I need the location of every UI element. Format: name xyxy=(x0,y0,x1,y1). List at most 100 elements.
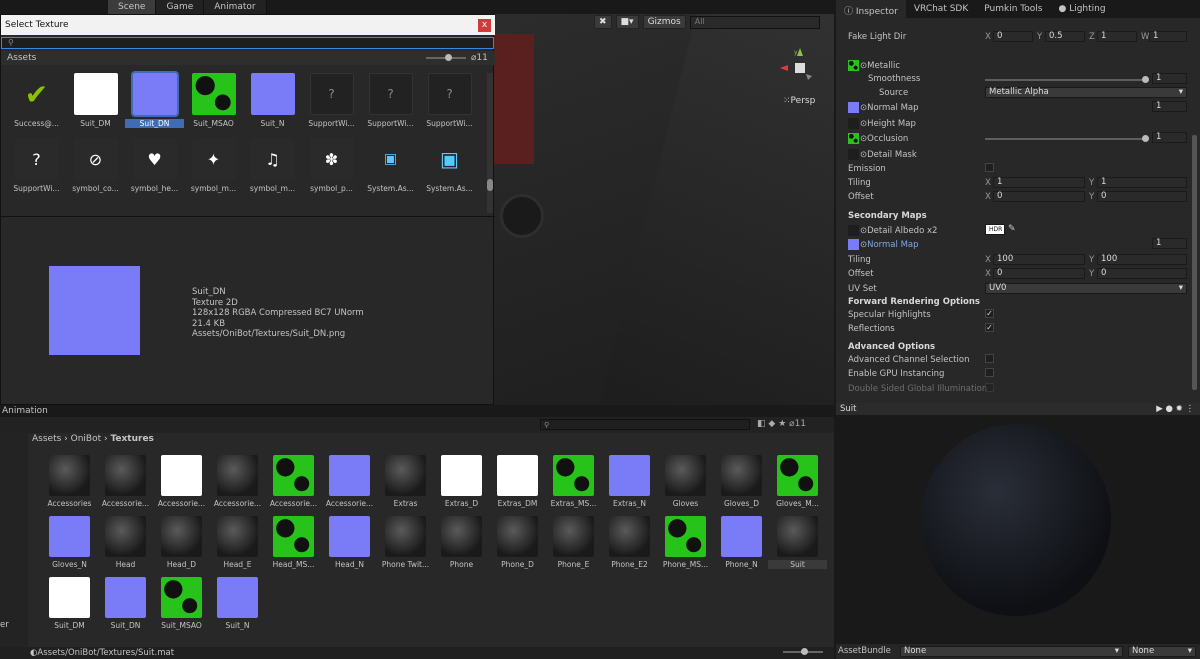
asset-item[interactable]: Phone_E2 xyxy=(600,516,659,569)
normal-map2-value[interactable]: 1 xyxy=(1152,238,1187,249)
animation-tab[interactable]: Animation xyxy=(0,405,834,417)
grid-item[interactable]: ▣ System.As... xyxy=(420,138,479,193)
breadcrumb-assets[interactable]: Assets xyxy=(32,434,61,444)
variant-dropdown[interactable]: None ▾ xyxy=(1128,646,1196,657)
offset-x[interactable]: 0 xyxy=(993,191,1085,202)
scrollbar-thumb[interactable] xyxy=(487,179,493,191)
metallic-swatch[interactable] xyxy=(848,60,859,71)
orientation-gizmo[interactable]: y x xyxy=(780,48,820,88)
breadcrumb-textures[interactable]: Textures xyxy=(110,434,153,444)
occlusion-knob[interactable] xyxy=(1142,135,1149,142)
tab-scene[interactable]: Scene xyxy=(108,0,157,14)
project-search-input[interactable]: ⚲ xyxy=(540,419,750,430)
filter-icon[interactable]: ◧ xyxy=(757,419,766,429)
fake-light-x[interactable]: 0 xyxy=(993,31,1033,42)
grid-item[interactable]: ✦ symbol_m... xyxy=(184,138,243,193)
asset-item[interactable]: Suit_MSAO xyxy=(152,577,211,630)
asset-item[interactable]: Gloves xyxy=(656,455,715,508)
asset-item[interactable]: Phone_E xyxy=(544,516,603,569)
tab-pumkin-tools[interactable]: Pumkin Tools xyxy=(976,0,1050,18)
tab-animator[interactable]: Animator xyxy=(204,0,267,14)
asset-item[interactable]: Extras xyxy=(376,455,435,508)
asset-item[interactable]: Accessorie... xyxy=(96,455,155,508)
project-folder-tree[interactable] xyxy=(0,433,28,647)
asset-item[interactable]: Accessorie... xyxy=(264,455,323,508)
occlusion-value[interactable]: 1 xyxy=(1152,132,1187,143)
asset-item[interactable]: Head_D xyxy=(152,516,211,569)
camera-icon[interactable]: ■▾ xyxy=(615,15,639,29)
tab-inspector[interactable]: ⓘ Inspector xyxy=(836,0,906,18)
asset-item[interactable]: Head_E xyxy=(208,516,267,569)
normal2-swatch[interactable] xyxy=(848,239,859,250)
preview-sphere[interactable] xyxy=(921,424,1111,616)
reflections-checkbox[interactable]: ✓ xyxy=(985,323,994,332)
emission-checkbox[interactable] xyxy=(985,163,994,172)
asset-item[interactable]: Extras_DM xyxy=(488,455,547,508)
asset-item[interactable]: Accessorie... xyxy=(320,455,379,508)
smoothness-slider[interactable] xyxy=(985,79,1145,81)
tab-vrchat-sdk[interactable]: VRChat SDK xyxy=(906,0,976,18)
grid-item[interactable]: ▣ System.As... xyxy=(361,138,420,193)
star-icon[interactable]: ★ xyxy=(778,419,786,429)
grid-item[interactable]: Suit_DM xyxy=(66,73,125,128)
asset-item[interactable]: Gloves_N xyxy=(40,516,99,569)
occlusion-slider[interactable] xyxy=(985,138,1145,140)
normal-map-value[interactable]: 1 xyxy=(1152,101,1187,112)
grid-item[interactable]: ? SupportWi... xyxy=(7,138,66,193)
asset-item[interactable]: Suit_DN xyxy=(96,577,155,630)
source-dropdown[interactable]: Metallic Alpha ▾ xyxy=(985,87,1187,98)
asset-item[interactable]: Accessorie... xyxy=(152,455,211,508)
asset-item[interactable]: Suit xyxy=(768,516,827,569)
project-zoom-knob[interactable] xyxy=(801,648,808,655)
tiling-y[interactable]: 1 xyxy=(1097,177,1187,188)
tiling2-x[interactable]: 100 xyxy=(993,254,1085,265)
asset-item[interactable]: Head xyxy=(96,516,155,569)
tiling-x[interactable]: 1 xyxy=(993,177,1085,188)
asset-item[interactable]: Extras_D xyxy=(432,455,491,508)
hdr-color-field[interactable]: HDR xyxy=(985,224,1005,235)
lighting-icon[interactable]: ✹ xyxy=(1176,404,1183,414)
label-icon[interactable]: ◆ xyxy=(768,419,775,429)
persp-label[interactable]: ⁙Persp xyxy=(783,96,815,106)
uv-set-dropdown[interactable]: UV0 ▾ xyxy=(985,283,1187,294)
tiling2-y[interactable]: 100 xyxy=(1097,254,1187,265)
asset-item[interactable]: Phone Twit... xyxy=(376,516,435,569)
texture-search-input[interactable]: ⚲ xyxy=(1,37,494,49)
asset-item[interactable]: Phone_D xyxy=(488,516,547,569)
offset2-x[interactable]: 0 xyxy=(993,268,1085,279)
tab-game[interactable]: Game xyxy=(156,0,205,14)
asset-item[interactable]: Accessories xyxy=(40,455,99,508)
gpu-instancing-checkbox[interactable] xyxy=(985,368,994,377)
smoothness-knob[interactable] xyxy=(1142,76,1149,83)
fake-light-z[interactable]: 1 xyxy=(1097,31,1137,42)
gizmos-button[interactable]: Gizmos xyxy=(642,15,686,29)
offset2-y[interactable]: 0 xyxy=(1097,268,1187,279)
menu-icon[interactable]: ⋮ xyxy=(1186,404,1195,414)
height-swatch[interactable] xyxy=(848,118,859,129)
grid-item[interactable]: ♥ symbol_he... xyxy=(125,138,184,193)
specular-checkbox[interactable]: ✓ xyxy=(985,309,994,318)
scene-search[interactable]: All xyxy=(689,15,820,29)
asset-item[interactable]: Gloves_M... xyxy=(768,455,827,508)
grid-item[interactable]: ✔ Success@... xyxy=(7,73,66,129)
offset-y[interactable]: 0 xyxy=(1097,191,1187,202)
grid-item[interactable]: ? SupportWi... xyxy=(420,73,479,128)
asset-item[interactable]: Head_MS... xyxy=(264,516,323,569)
grid-scrollbar[interactable] xyxy=(487,73,493,213)
asset-item[interactable]: Head_N xyxy=(320,516,379,569)
smoothness-value[interactable]: 1 xyxy=(1152,73,1187,84)
eyedropper-icon[interactable]: ✎ xyxy=(1008,224,1016,234)
grid-item[interactable]: ? SupportWi... xyxy=(302,73,361,128)
play-icon[interactable]: ▶ xyxy=(1156,404,1163,414)
grid-item[interactable]: Suit_MSAO xyxy=(184,73,243,128)
fake-light-y[interactable]: 0.5 xyxy=(1045,31,1085,42)
normal-swatch[interactable] xyxy=(848,102,859,113)
adv-channel-checkbox[interactable] xyxy=(985,354,994,363)
grid-item-selected[interactable]: Suit_DN xyxy=(125,71,184,128)
fake-light-w[interactable]: 1 xyxy=(1149,31,1187,42)
asset-item[interactable]: Suit_N xyxy=(208,577,267,630)
preview-controls[interactable]: ▶ ● ✹ ⋮ xyxy=(1156,404,1194,414)
inspector-scrollbar[interactable] xyxy=(1192,135,1197,390)
assetbundle-dropdown[interactable]: None ▾ xyxy=(900,646,1123,657)
occlusion-swatch[interactable] xyxy=(848,133,859,144)
